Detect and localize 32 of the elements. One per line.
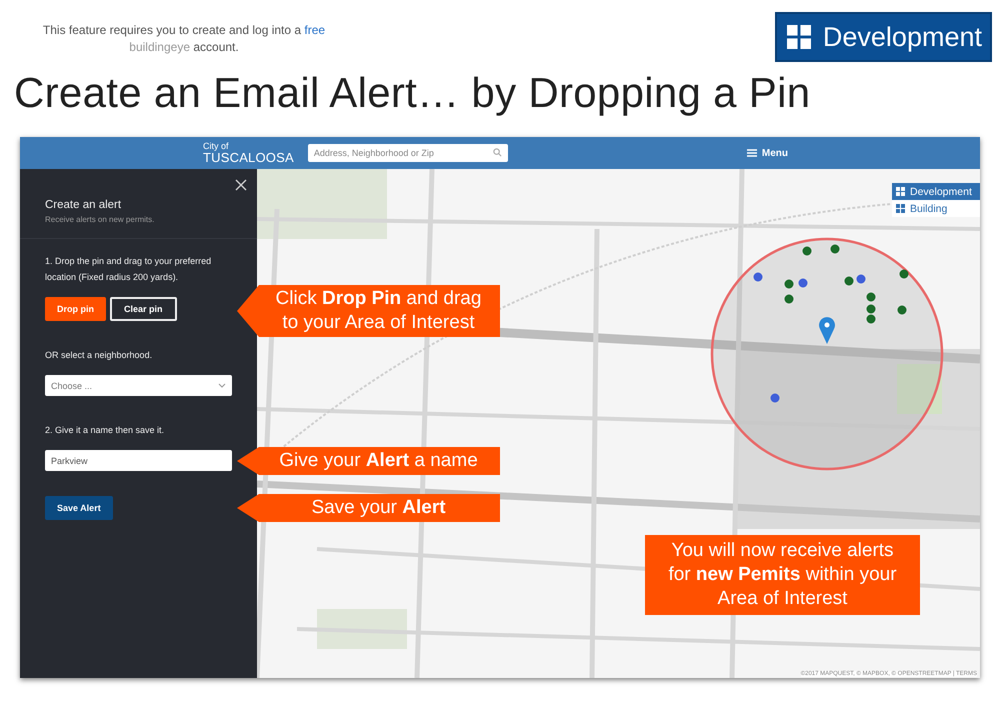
- clear-pin-button[interactable]: Clear pin: [110, 297, 177, 321]
- sidebar-subtitle: Receive alerts on new permits.: [45, 215, 156, 224]
- step-instruction: 2. Give it a name then save it.: [45, 424, 166, 437]
- alert-name-field[interactable]: Parkview: [45, 450, 232, 471]
- layer-toggle[interactable]: Development: [892, 183, 980, 200]
- free-link[interactable]: free: [304, 23, 326, 37]
- step-instruction: 1. Drop the pin and drag to your preferred location (Fixed radius 200 yards).: [45, 255, 212, 284]
- account-notice: This feature requires you to create and log into a free buildingeye account.: [42, 22, 326, 56]
- callout-banner: Click Drop Pin and drag to your Area of Interest: [237, 285, 500, 337]
- grid-icon: [896, 204, 905, 213]
- badge-label: Development: [822, 22, 982, 52]
- grid-icon: [896, 187, 905, 196]
- neighborhood-label: OR select a neighborhood.: [45, 349, 154, 362]
- grid-icon: [786, 25, 811, 49]
- chevron-down-icon: [218, 383, 226, 388]
- sidebar-title: Create an alert: [45, 199, 122, 211]
- callout-banner: You will now receive alerts for new Pemits within your Area of Interest: [645, 535, 920, 615]
- save-alert-button[interactable]: Save Alert: [45, 496, 113, 520]
- callout-banner: Save your Alert: [237, 494, 500, 522]
- logo-city-of: City of: [203, 142, 230, 151]
- callout-banner: Give your Alert a name: [237, 447, 500, 475]
- menu-button[interactable]: Menu: [744, 146, 790, 160]
- page-title: Create an Email Alert… by Dropping a Pin: [14, 68, 812, 118]
- menu-icon: [746, 149, 757, 157]
- neighborhood-select[interactable]: Choose ...: [45, 375, 232, 396]
- drop-pin-button[interactable]: Drop pin: [45, 297, 106, 321]
- layer-toggle[interactable]: Building: [892, 200, 980, 217]
- close-button[interactable]: [233, 177, 249, 193]
- search-icon: [492, 148, 502, 157]
- logo-city-name: TUSCALOOSA: [203, 151, 294, 164]
- search-field[interactable]: Address, Neighborhood or Zip: [308, 144, 508, 162]
- close-icon: [235, 179, 247, 191]
